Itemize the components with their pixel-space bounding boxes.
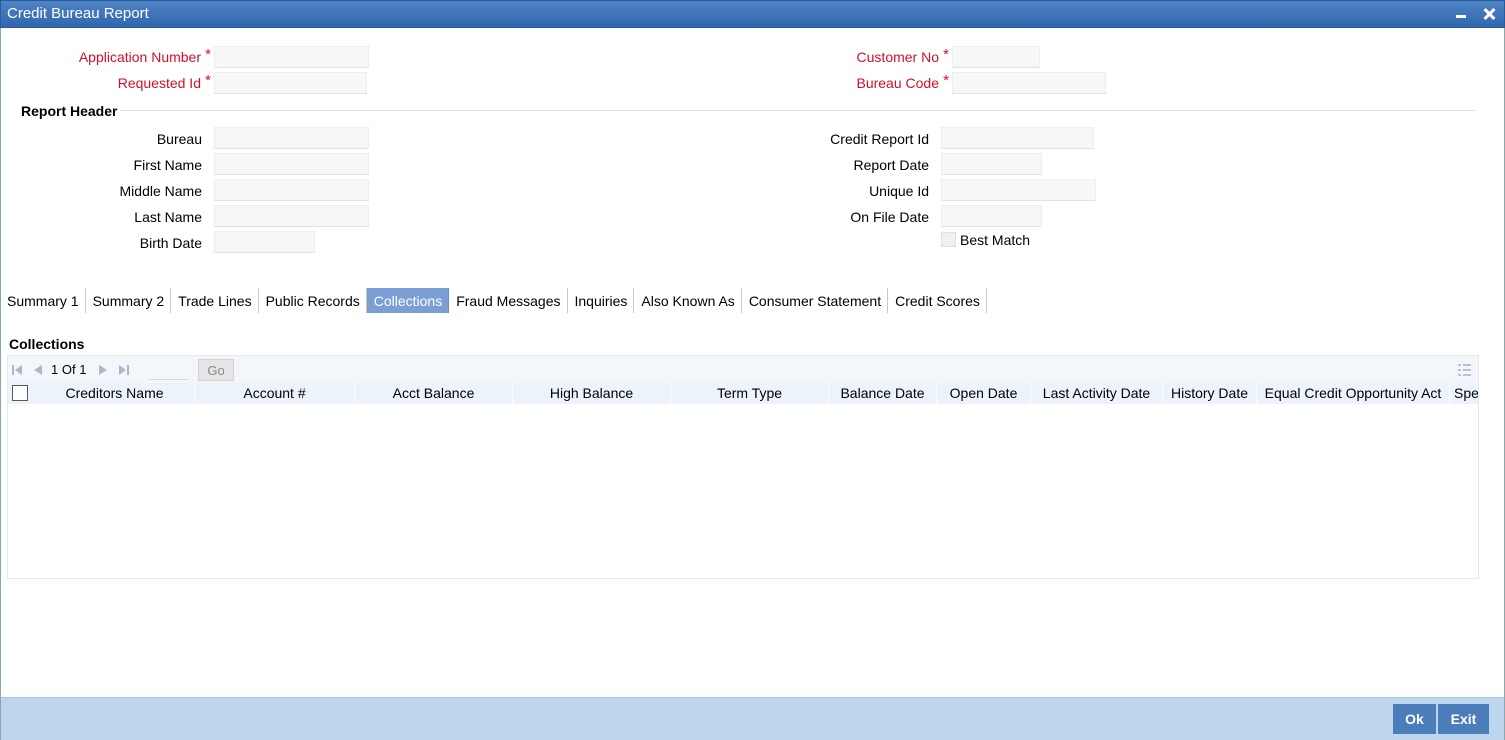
tab-summary-1[interactable]: Summary 1 [0,288,86,313]
birth-date-field[interactable] [214,231,315,253]
next-page-icon[interactable] [97,364,109,376]
birth-date-label: Birth Date [139,235,202,251]
page-number-input[interactable] [149,359,189,380]
column-balance-date[interactable]: Balance Date [829,383,937,404]
grid-pager: 1 Of 1 Go [8,356,1478,383]
tab-public-records[interactable]: Public Records [259,288,367,313]
credit-report-id-field[interactable] [941,127,1094,149]
first-page-icon[interactable] [12,364,24,376]
best-match-label: Best Match [960,232,1031,248]
go-button[interactable]: Go [198,359,234,381]
bureau-field[interactable] [214,127,369,149]
column-history-date[interactable]: History Date [1163,383,1257,404]
tab-credit-scores[interactable]: Credit Scores [888,288,987,313]
middle-name-label: Middle Name [119,183,202,199]
last-name-label: Last Name [134,209,202,225]
current-page: 1 [51,362,59,377]
section-divider [120,110,1476,111]
first-name-field[interactable] [214,153,369,175]
footer-bar: Ok Exit [1,697,1504,740]
tab-consumer-statement[interactable]: Consumer Statement [742,288,889,313]
tab-trade-lines[interactable]: Trade Lines [171,288,259,313]
tab-fraud-messages[interactable]: Fraud Messages [449,288,568,313]
collections-title: Collections [9,336,85,352]
tab-also-known-as[interactable]: Also Known As [634,288,742,313]
application-number-label: Application Number * [78,46,211,65]
tab-strip: Summary 1 Summary 2 Trade Lines Public R… [0,288,987,313]
window-title: Credit Bureau Report [7,5,149,22]
column-last-activity-date[interactable]: Last Activity Date [1031,383,1163,404]
column-account-number[interactable]: Account # [195,383,355,404]
report-header-title: Report Header [21,103,118,119]
customer-no-field[interactable] [952,46,1040,68]
last-page-icon[interactable] [118,364,130,376]
column-open-date[interactable]: Open Date [937,383,1031,404]
window-titlebar: Credit Bureau Report [0,0,1505,28]
bureau-code-label: Bureau Code * [856,72,949,91]
collections-grid: 1 Of 1 Go Creditors Name Account # Acct … [7,355,1479,579]
credit-report-id-label: Credit Report Id [830,131,929,147]
middle-name-field[interactable] [214,179,369,201]
best-match-checkbox[interactable] [941,232,956,247]
column-term-type[interactable]: Term Type [671,383,829,404]
first-name-label: First Name [133,157,202,173]
tab-inquiries[interactable]: Inquiries [568,288,635,313]
column-settings-icon[interactable] [1458,364,1471,376]
report-date-field[interactable] [941,153,1042,175]
tab-collections[interactable]: Collections [366,288,450,313]
grid-header-row: Creditors Name Account # Acct Balance Hi… [8,383,1478,404]
close-icon[interactable] [1480,5,1498,23]
last-name-field[interactable] [214,205,369,227]
report-date-label: Report Date [853,157,929,173]
on-file-date-field[interactable] [941,205,1042,227]
column-acct-balance[interactable]: Acct Balance [355,383,513,404]
tab-summary-2[interactable]: Summary 2 [86,288,172,313]
page-indicator: 1 Of 1 [51,362,86,377]
unique-id-field[interactable] [941,179,1096,201]
exit-button[interactable]: Exit [1438,704,1489,734]
total-pages: 1 [79,362,87,377]
bureau-label: Bureau [156,131,202,147]
column-spec[interactable]: Spec [1450,383,1478,404]
previous-page-icon[interactable] [32,364,44,376]
customer-no-label: Customer No * [856,46,949,65]
ok-button[interactable]: Ok [1393,704,1436,734]
select-all-checkbox[interactable] [12,385,28,401]
column-high-balance[interactable]: High Balance [513,383,671,404]
column-creditors-name[interactable]: Creditors Name [35,383,195,404]
requested-id-label: Requested Id * [117,72,211,91]
requested-id-field[interactable] [214,72,367,94]
column-equal-credit-opportunity-act[interactable]: Equal Credit Opportunity Act [1257,383,1450,404]
of-label: Of [61,362,76,377]
minimize-icon[interactable] [1452,5,1470,23]
on-file-date-label: On File Date [850,209,929,225]
bureau-code-field[interactable] [952,72,1106,94]
unique-id-label: Unique Id [869,183,929,199]
application-number-field[interactable] [214,46,369,68]
